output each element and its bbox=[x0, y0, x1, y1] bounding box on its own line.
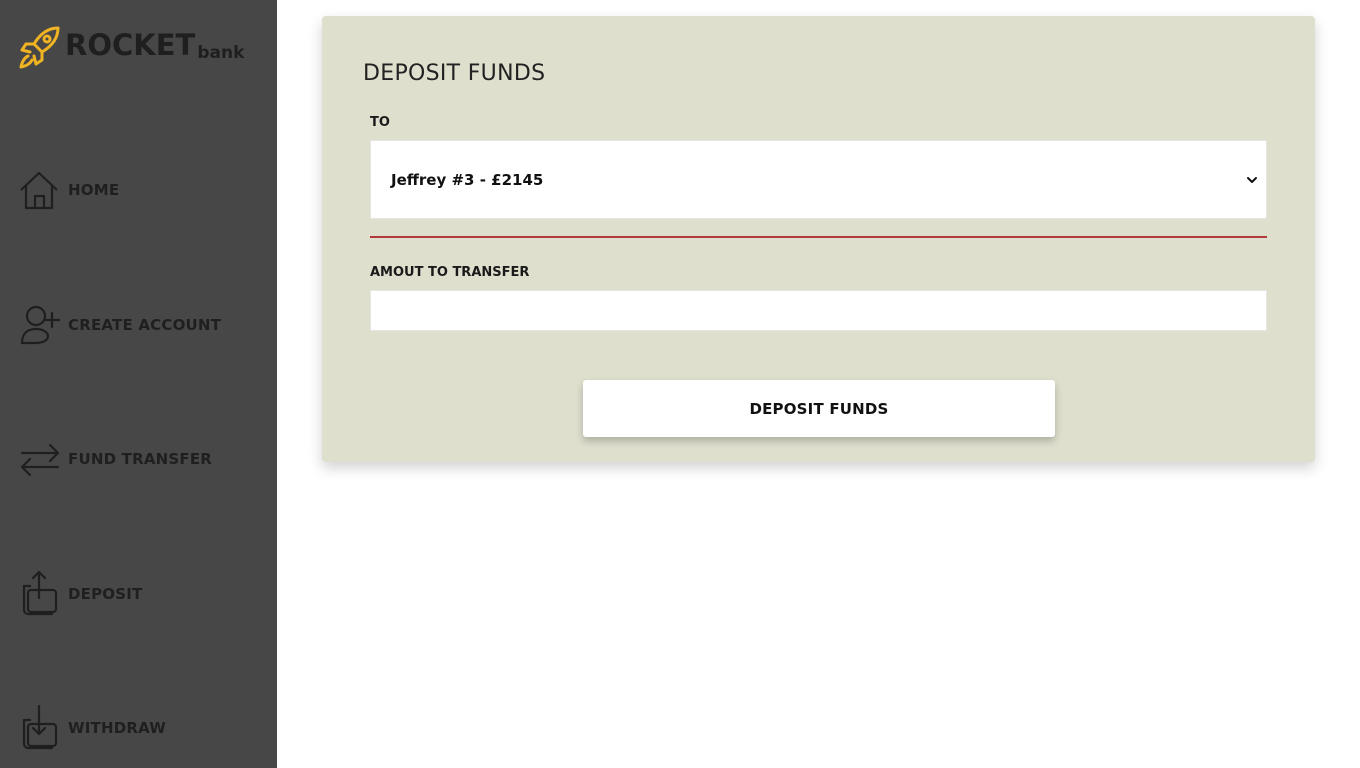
sidebar-item-withdraw[interactable]: WITHDRAW bbox=[18, 704, 166, 752]
sidebar-item-label: HOME bbox=[68, 181, 120, 199]
sidebar-item-label: WITHDRAW bbox=[68, 719, 166, 737]
sidebar-item-label: FUND TRANSFER bbox=[68, 450, 213, 468]
chevron-down-icon bbox=[1247, 177, 1257, 183]
sidebar-item-deposit[interactable]: DEPOSIT bbox=[18, 570, 142, 618]
sidebar-item-fund-transfer[interactable]: FUND TRANSFER bbox=[18, 435, 212, 483]
brand-sub: bank bbox=[197, 43, 245, 63]
transfer-arrows-icon bbox=[18, 435, 62, 483]
sidebar-item-label: CREATE ACCOUNT bbox=[68, 316, 222, 334]
deposit-funds-button[interactable]: DEPOSIT FUNDS bbox=[583, 380, 1055, 437]
account-select[interactable]: Jeffrey #3 - £2145 bbox=[370, 140, 1267, 219]
sidebar: ROCKET bank HOME CREATE ACCOUNT FUND TRA… bbox=[0, 0, 277, 768]
upload-icon bbox=[18, 570, 62, 618]
sidebar-item-create-account[interactable]: CREATE ACCOUNT bbox=[18, 301, 221, 349]
rocket-icon bbox=[19, 26, 60, 69]
divider bbox=[370, 236, 1267, 238]
add-user-icon bbox=[18, 301, 62, 349]
account-select-value: Jeffrey #3 - £2145 bbox=[391, 170, 544, 189]
brand-name: ROCKET bbox=[65, 28, 196, 62]
download-icon bbox=[18, 704, 62, 752]
to-label: TO bbox=[370, 115, 390, 130]
brand-logo[interactable]: ROCKET bank bbox=[18, 24, 244, 70]
home-icon bbox=[18, 166, 62, 214]
sidebar-item-home[interactable]: HOME bbox=[18, 166, 119, 214]
sidebar-item-label: DEPOSIT bbox=[68, 585, 143, 603]
page-title: DEPOSIT FUNDS bbox=[363, 61, 546, 86]
deposit-card: DEPOSIT FUNDS TO Jeffrey #3 - £2145 AMOU… bbox=[322, 16, 1315, 462]
amount-label: AMOUT TO TRANSFER bbox=[370, 265, 530, 280]
amount-input[interactable] bbox=[370, 290, 1267, 331]
